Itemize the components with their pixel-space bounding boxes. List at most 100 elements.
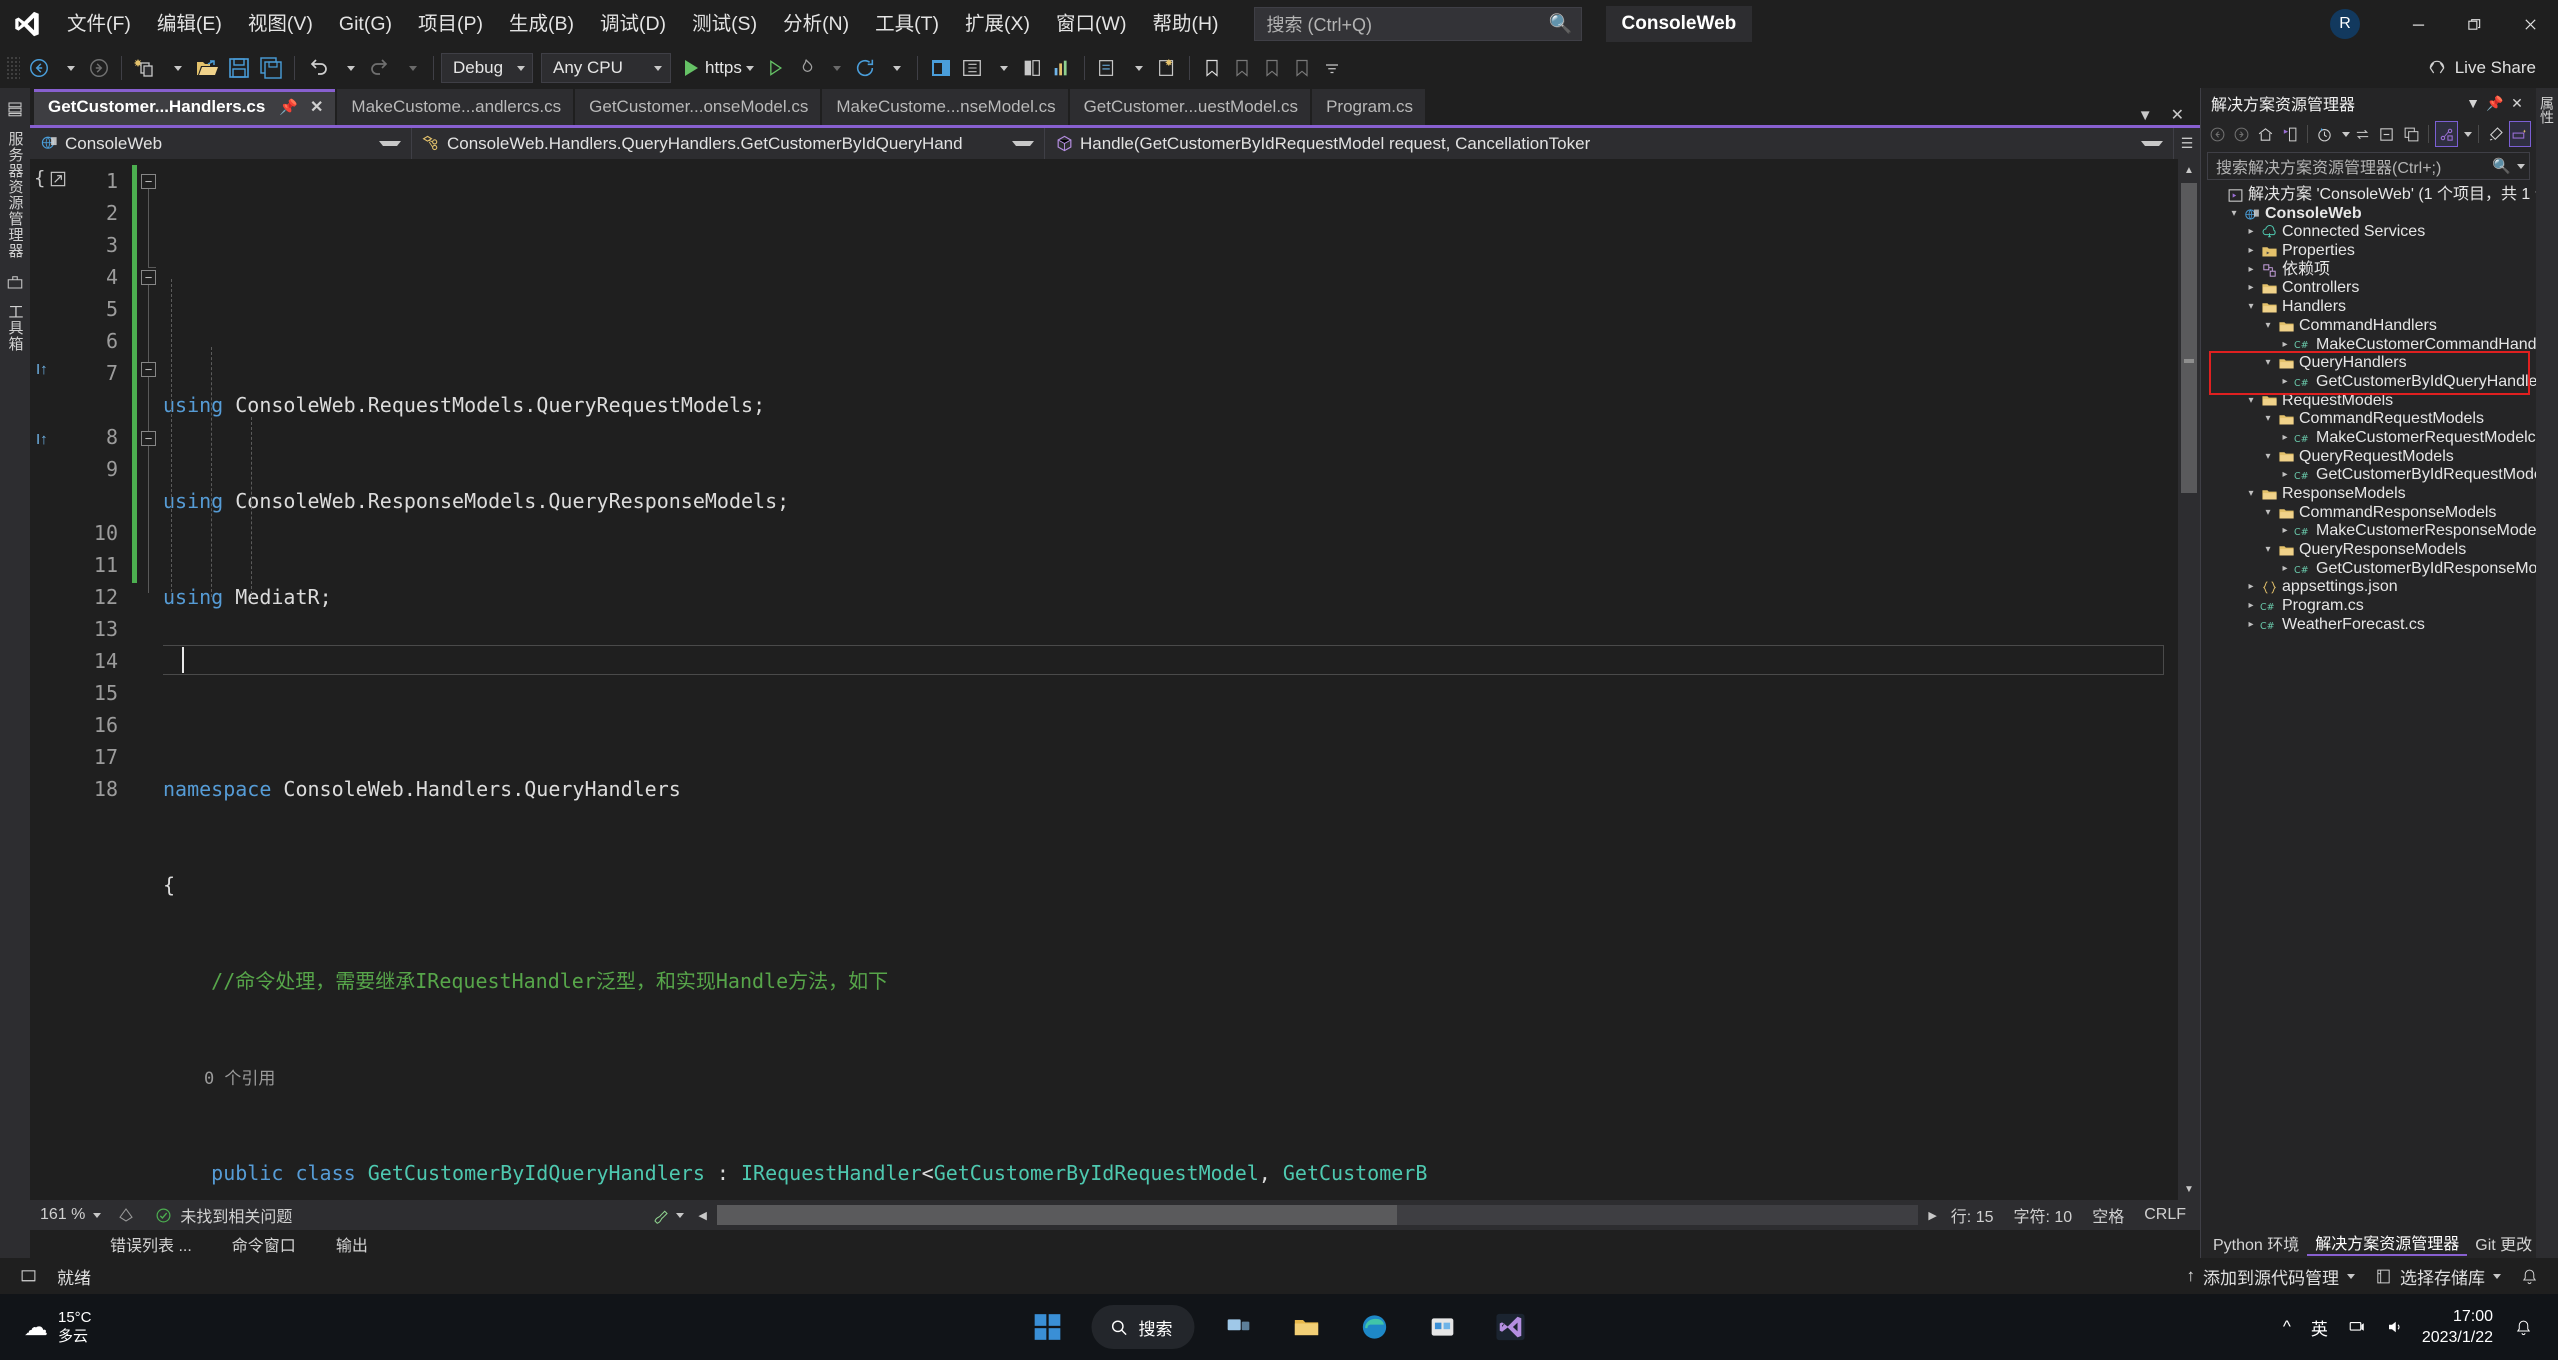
scroll-right-icon[interactable]: ▶: [1924, 1209, 1940, 1222]
zoom-level-combo[interactable]: 161 %: [34, 1206, 107, 1224]
expand-arrow-icon[interactable]: ▸: [2243, 279, 2259, 298]
editor-horizontal-scrollbar[interactable]: [716, 1205, 1919, 1225]
tab-solution-explorer[interactable]: 解决方案资源管理器: [2307, 1230, 2468, 1256]
preview-selected-items-icon[interactable]: [2508, 121, 2532, 147]
pin-icon[interactable]: 📌: [2484, 92, 2506, 114]
tab-command-window[interactable]: 命令窗口: [212, 1232, 316, 1256]
expand-arrow-icon[interactable]: ▸: [2277, 373, 2293, 392]
navigate-forward-icon[interactable]: [84, 52, 114, 84]
refresh-icon[interactable]: [850, 52, 880, 84]
tree-item[interactable]: ▾ QueryResponseModels: [2201, 541, 2536, 560]
redo-icon[interactable]: [364, 52, 396, 84]
tree-item[interactable]: ▸C# GetCustomerByIdRequestModel.cs: [2201, 466, 2536, 485]
window-layout-icon[interactable]: [925, 52, 957, 84]
tree-item[interactable]: ▾ RequestModels: [2201, 392, 2536, 411]
task-view-icon[interactable]: [1208, 1298, 1270, 1356]
tab-getcustomer-requestmodel[interactable]: GetCustomer...uestModel.cs: [1069, 89, 1311, 125]
scrollbar-thumb[interactable]: [2181, 183, 2197, 493]
configuration-combo[interactable]: Debug: [441, 53, 533, 83]
tab-python-environments[interactable]: Python 环境: [2205, 1231, 2307, 1255]
problems-status[interactable]: 未找到相关问题: [145, 1203, 302, 1227]
properties-icon[interactable]: [2435, 121, 2458, 147]
menu-project[interactable]: 项目(P): [405, 7, 496, 41]
hot-reload-dropdown[interactable]: [820, 52, 850, 84]
tree-item[interactable]: ▸C# GetCustomerByIdQueryHandlers.cs: [2201, 373, 2536, 392]
collapse-arrow-icon[interactable]: ▾: [2260, 410, 2276, 429]
network-icon[interactable]: [2338, 1318, 2376, 1336]
tree-item[interactable]: 解决方案 'ConsoleWeb' (1 个项目，共 1 个): [2201, 186, 2536, 205]
expand-arrow-icon[interactable]: ▸: [2243, 261, 2259, 280]
tab-error-list[interactable]: 错误列表 ...: [90, 1232, 212, 1256]
microsoft-store-icon[interactable]: [1412, 1298, 1474, 1356]
new-project-dropdown[interactable]: [161, 52, 191, 84]
scroll-left-icon[interactable]: ◀: [694, 1209, 710, 1222]
home-icon[interactable]: [2254, 121, 2276, 147]
live-share-button[interactable]: Live Share: [2427, 58, 2536, 78]
expand-arrow-icon[interactable]: ▸: [2243, 616, 2259, 635]
platform-combo[interactable]: Any CPU: [541, 53, 671, 83]
fold-toggle-line-8[interactable]: −: [141, 362, 156, 377]
collapse-arrow-icon[interactable]: ▾: [2260, 504, 2276, 523]
menu-debug[interactable]: 调试(D): [587, 7, 679, 41]
tree-item[interactable]: ▾ Handlers: [2201, 298, 2536, 317]
switch-views-icon[interactable]: [2279, 121, 2301, 147]
add-item-dropdown[interactable]: [1122, 52, 1152, 84]
solution-explorer-icon[interactable]: [957, 52, 987, 84]
tab-makecustomer-handlers[interactable]: MakeCustome...andlercs.cs: [337, 89, 574, 125]
avatar[interactable]: R: [2330, 9, 2360, 39]
minimize-icon[interactable]: [2390, 0, 2446, 48]
new-project-icon[interactable]: [129, 52, 161, 84]
collapse-arrow-icon[interactable]: ▾: [2243, 392, 2259, 411]
menu-analyze[interactable]: 分析(N): [770, 7, 862, 41]
undo-dropdown[interactable]: [334, 52, 364, 84]
tab-output[interactable]: 输出: [316, 1232, 388, 1256]
tab-program-cs[interactable]: Program.cs: [1312, 89, 1425, 125]
close-icon[interactable]: ✕: [2163, 105, 2192, 125]
tree-item[interactable]: ▸C# MakeCustomerCommandHandlercs.cs: [2201, 336, 2536, 355]
tree-item[interactable]: ▾ CommandResponseModels: [2201, 504, 2536, 523]
menu-extensions[interactable]: 扩展(X): [952, 7, 1043, 41]
weather-widget[interactable]: ☁ 15°C 多云: [0, 1308, 250, 1346]
solution-tree[interactable]: 解决方案 'ConsoleWeb' (1 个项目，共 1 个) ▾ ConsoleW…: [2201, 184, 2536, 1228]
properties-dropdown[interactable]: [2460, 121, 2472, 147]
close-icon[interactable]: ✕: [2506, 92, 2528, 114]
collapse-arrow-icon[interactable]: ▾: [2243, 485, 2259, 504]
collapse-arrow-icon[interactable]: ▾: [2226, 205, 2242, 224]
expand-code-icon[interactable]: [48, 169, 68, 189]
menu-window[interactable]: 窗口(W): [1043, 7, 1139, 41]
taskbar-search-button[interactable]: 搜索: [1091, 1305, 1195, 1349]
navbar-type-dropdown[interactable]: ConsoleWeb.Handlers.QueryHandlers.GetCus…: [412, 128, 1045, 159]
properties-tab-label[interactable]: 属性: [2537, 96, 2557, 124]
ime-indicator[interactable]: 英: [2301, 1315, 2338, 1340]
scroll-down-icon[interactable]: ▼: [2178, 1178, 2200, 1200]
volume-icon[interactable]: [2376, 1318, 2414, 1336]
tab-makecustomer-responsemodel[interactable]: MakeCustome...nseModel.cs: [822, 89, 1068, 125]
server-explorer-icon[interactable]: [6, 100, 24, 123]
collapse-arrow-icon[interactable]: ▾: [2243, 298, 2259, 317]
menu-build[interactable]: 生成(B): [496, 7, 587, 41]
tree-item[interactable]: ▾ CommandHandlers: [2201, 317, 2536, 336]
tree-item[interactable]: ▸ 依赖项: [2201, 261, 2536, 280]
tab-git-changes[interactable]: Git 更改: [2467, 1231, 2540, 1255]
notification-icon[interactable]: [2511, 1268, 2548, 1285]
server-explorer-tab-label[interactable]: 服务器资源管理器: [3, 123, 28, 267]
close-icon[interactable]: [2502, 0, 2558, 48]
expand-arrow-icon[interactable]: ▸: [2277, 466, 2293, 485]
tree-item[interactable]: ▸C# GetCustomerByIdResponseModel.cs: [2201, 560, 2536, 579]
code-text-area[interactable]: using ConsoleWeb.RequestModels.QueryRequ…: [163, 159, 2178, 1200]
solution-explorer-search-input[interactable]: 搜索解决方案资源管理器(Ctrl+;) 🔍: [2207, 152, 2530, 180]
save-icon[interactable]: [223, 52, 255, 84]
previous-bookmark-icon[interactable]: [1227, 52, 1257, 84]
toolbox-tab-label[interactable]: 工具箱: [3, 296, 28, 360]
chevron-down-icon[interactable]: ▼: [2462, 92, 2484, 114]
tree-item[interactable]: ▾ CommandRequestModels: [2201, 410, 2536, 429]
expand-arrow-icon[interactable]: ▸: [2243, 578, 2259, 597]
sync-icon[interactable]: [2352, 121, 2374, 147]
toolbox-icon[interactable]: [6, 273, 24, 296]
refresh-dropdown[interactable]: [880, 52, 910, 84]
menu-file[interactable]: 文件(F): [54, 7, 144, 41]
tree-item[interactable]: ▸ Properties: [2201, 242, 2536, 261]
open-file-icon[interactable]: [191, 52, 223, 84]
tree-item[interactable]: ▸ appsettings.json: [2201, 578, 2536, 597]
menu-view[interactable]: 视图(V): [235, 7, 326, 41]
